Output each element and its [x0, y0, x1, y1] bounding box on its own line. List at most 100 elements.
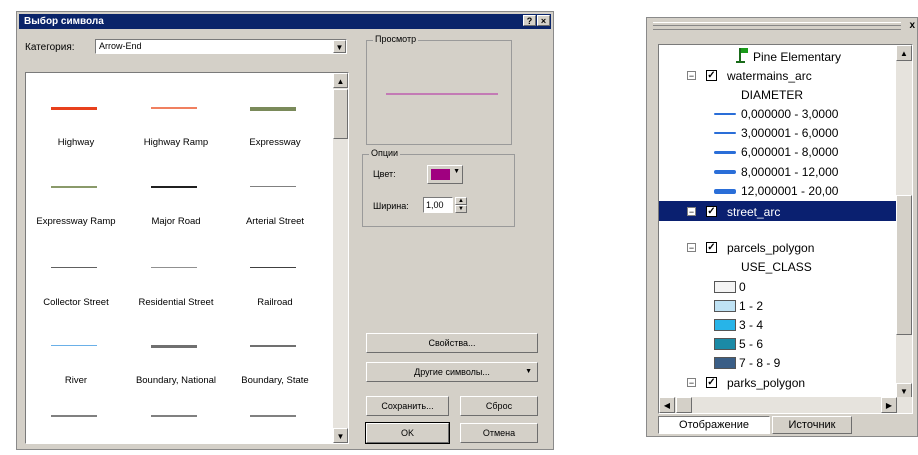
layer-name[interactable]: parcels_polygon — [727, 241, 814, 255]
dialog-title: Выбор символа — [24, 16, 104, 27]
legend-field-name: DIAMETER — [741, 88, 804, 102]
color-label: Цвет: — [373, 169, 396, 179]
tree-label[interactable]: Pine Elementary — [753, 50, 841, 64]
legend-line-symbol[interactable] — [714, 189, 736, 194]
symbol-cell[interactable]: Boundary, National — [126, 331, 226, 415]
scroll-up-arrow-icon[interactable]: ▲ — [896, 45, 912, 61]
symbol-line-sample — [151, 415, 197, 417]
properties-button[interactable]: Свойства... — [366, 333, 538, 353]
scroll-thumb[interactable] — [896, 195, 912, 335]
symbol-line-sample — [151, 107, 197, 109]
preview-line — [386, 93, 498, 95]
symbol-line-sample — [51, 267, 97, 268]
more-symbols-button[interactable]: Другие символы... ▼ — [366, 362, 538, 382]
close-icon[interactable]: x — [909, 20, 915, 31]
legend-line-symbol[interactable] — [714, 151, 736, 154]
legend-fill-symbol[interactable] — [714, 319, 736, 331]
symbol-label: River — [64, 375, 88, 386]
tab-display[interactable]: Отображение — [658, 416, 770, 434]
preview-label: Просмотр — [373, 34, 419, 44]
chevron-down-icon: ▼ — [525, 368, 532, 375]
collapse-icon[interactable]: − — [687, 71, 696, 81]
spin-up-icon[interactable]: ▲ — [455, 197, 467, 205]
symbol-label: Expressway — [249, 137, 301, 148]
close-button[interactable]: × — [537, 15, 550, 26]
symbol-cell[interactable]: Expressway — [225, 93, 325, 177]
category-select[interactable]: Arrow-End ▼ — [95, 39, 347, 54]
symbol-cell[interactable]: River — [26, 331, 126, 415]
legend-class-label: 5 - 6 — [739, 337, 764, 351]
color-swatch — [431, 169, 450, 180]
layer-visibility-checkbox[interactable]: ✓ — [706, 242, 717, 253]
panel-grip-line — [653, 25, 901, 26]
symbol-cell[interactable]: Major Road — [126, 172, 226, 256]
symbol-cell[interactable]: Residential Street — [126, 253, 226, 337]
hscroll-thumb[interactable] — [676, 397, 692, 413]
legend-line-symbol[interactable] — [714, 113, 736, 115]
collapse-icon[interactable]: − — [687, 243, 696, 253]
scroll-right-arrow-icon[interactable]: ▶ — [881, 397, 897, 413]
preview-group: Просмотр — [366, 34, 512, 145]
symbol-cell[interactable]: Highway — [26, 93, 126, 177]
layer-tree[interactable]: Pine Elementary − ✓ watermains_arc DIAMETER 0… — [658, 44, 913, 414]
layer-name[interactable]: parks_polygon — [727, 376, 805, 390]
legend-fill-symbol[interactable] — [714, 357, 736, 369]
legend-fill-symbol[interactable] — [714, 281, 736, 293]
scroll-down-arrow-icon[interactable]: ▼ — [333, 428, 348, 443]
legend-fill-symbol[interactable] — [714, 338, 736, 350]
symbol-line-sample — [51, 345, 97, 346]
legend-line-symbol[interactable] — [714, 170, 736, 174]
ok-button[interactable]: OK — [365, 422, 450, 444]
collapse-icon[interactable]: − — [687, 207, 696, 217]
spin-down-icon[interactable]: ▼ — [455, 205, 467, 213]
symbol-cell[interactable]: Collector Street — [26, 253, 126, 337]
save-button[interactable]: Сохранить... — [366, 396, 449, 416]
cancel-button[interactable]: Отмена — [460, 423, 538, 443]
layer-name[interactable]: watermains_arc — [727, 69, 812, 83]
symbol-list[interactable]: Highway Highway Ramp Expressway Expressway … — [25, 72, 349, 444]
table-of-contents-panel: x Pine Elementary − ✓ watermains_arc DIAMETE… — [646, 17, 918, 437]
symbol-label: Boundary, State — [241, 375, 309, 386]
legend-class-label: 7 - 8 - 9 — [739, 356, 781, 370]
layer-name[interactable]: street_arc — [727, 205, 780, 219]
legend-class-label: 8,000001 - 12,000 — [741, 165, 839, 179]
chevron-down-icon: ▼ — [453, 168, 460, 175]
collapse-icon[interactable]: − — [687, 378, 696, 388]
legend-class-label: 0,000000 - 3,0000 — [741, 107, 839, 121]
legend-class-label: 3,000001 - 6,0000 — [741, 126, 839, 140]
symbol-cell[interactable]: Railroad — [225, 253, 325, 337]
legend-field-name: USE_CLASS — [741, 260, 812, 274]
tab-source[interactable]: Источник — [772, 416, 852, 434]
layer-visibility-checkbox[interactable]: ✓ — [706, 70, 717, 81]
symbol-cell[interactable]: Expressway Ramp — [26, 172, 126, 256]
legend-class-label: 6,000001 - 8,0000 — [741, 145, 839, 159]
scroll-left-arrow-icon[interactable]: ◀ — [659, 397, 675, 413]
symbol-cell[interactable]: Boundary, State — [225, 331, 325, 415]
color-picker-button[interactable]: ▼ — [427, 165, 463, 184]
panel-grip[interactable] — [653, 22, 901, 30]
layer-tree-vscrollbar[interactable]: ▲ ▼ — [896, 45, 912, 413]
legend-class-label: 12,000001 - 20,00 — [741, 184, 839, 198]
symbol-label: Major Road — [151, 216, 201, 227]
legend-class-label: 0 — [739, 280, 746, 294]
symbol-cell[interactable]: Arterial Street — [225, 172, 325, 256]
help-button[interactable]: ? — [523, 15, 536, 26]
symbol-label: Expressway Ramp — [36, 216, 116, 227]
chevron-down-icon[interactable]: ▼ — [333, 40, 346, 53]
symbol-list-scrollbar[interactable]: ▲ ▼ — [333, 73, 348, 443]
more-symbols-label: Другие символы... — [414, 367, 490, 377]
legend-line-symbol[interactable] — [714, 132, 736, 134]
reset-button[interactable]: Сброс — [460, 396, 538, 416]
width-spinner[interactable]: ▲ ▼ — [455, 197, 467, 213]
legend-fill-symbol[interactable] — [714, 300, 736, 312]
flag-icon — [736, 48, 748, 64]
width-input[interactable]: 1,00 — [423, 197, 453, 213]
preview-box — [378, 55, 506, 135]
symbol-label: Railroad — [257, 297, 293, 308]
symbol-cell[interactable]: Highway Ramp — [126, 93, 226, 177]
layer-tree-hscrollbar[interactable]: ◀ ▶ — [659, 397, 912, 413]
layer-visibility-checkbox[interactable]: ✓ — [706, 377, 717, 388]
layer-visibility-checkbox[interactable]: ✓ — [706, 206, 717, 217]
scroll-thumb[interactable] — [333, 89, 348, 139]
scroll-up-arrow-icon[interactable]: ▲ — [333, 73, 348, 88]
